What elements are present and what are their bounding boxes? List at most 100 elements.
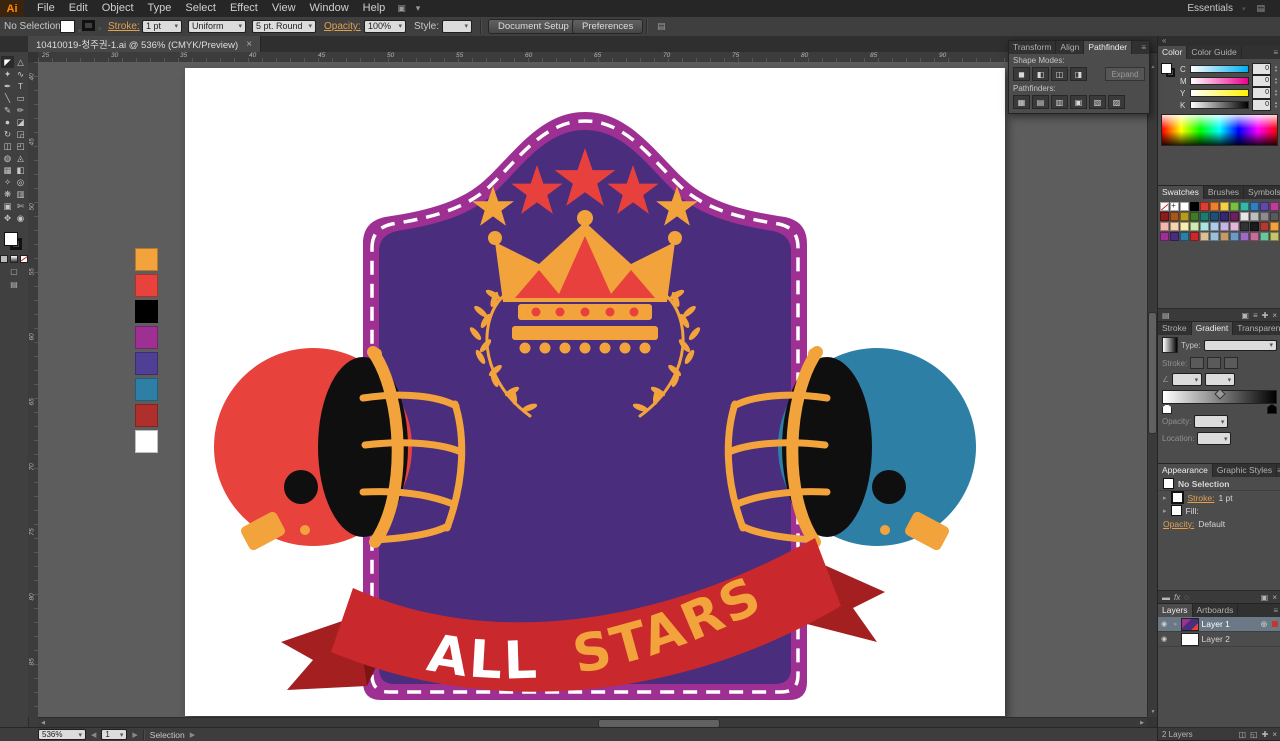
cyan-slider[interactable] [1190,65,1250,73]
minus-back-button[interactable]: ▨ [1108,95,1125,109]
tool-paintbrush[interactable]: ✎ [1,104,14,116]
tab-appearance[interactable]: Appearance [1158,464,1213,477]
appearance-fill-row[interactable]: ▸ Fill: [1158,504,1280,517]
minus-front-button[interactable]: ◧ [1032,67,1049,81]
panel-menu-icon[interactable]: ≡ [1141,41,1149,54]
swatch[interactable] [1230,222,1239,231]
pasteboard-swatch[interactable] [135,378,158,401]
unite-button[interactable]: ◼ [1013,67,1030,81]
dock-collapse-bar[interactable]: « [1158,36,1280,46]
tab-artboards[interactable]: Artboards [1193,604,1239,617]
yellow-value-field[interactable]: 0 [1252,87,1272,99]
tool-free-transform[interactable]: ◰ [14,140,27,152]
swatch[interactable] [1220,232,1229,241]
swatch[interactable] [1180,212,1189,221]
new-layer-icon[interactable]: ✚ [1262,730,1269,739]
swatch[interactable] [1210,232,1219,241]
menu-file[interactable]: File [30,0,62,17]
outline-button[interactable]: ▧ [1089,95,1106,109]
intersect-button[interactable]: ◫ [1051,67,1068,81]
yellow-slider[interactable] [1190,89,1250,97]
stroke-color-chip[interactable]: ▾ [82,20,102,33]
black-slider[interactable] [1190,101,1250,109]
stroke-panel-link[interactable]: Stroke: [108,20,140,33]
swatch[interactable] [1190,212,1199,221]
tool-lasso[interactable]: ∿ [14,68,27,80]
tool-perspective-grid[interactable]: ◬ [14,152,27,164]
swatch[interactable] [1210,202,1219,211]
tool-selection[interactable]: ◤ [1,56,14,68]
menu-help[interactable]: Help [356,0,393,17]
pasteboard-swatch[interactable] [135,326,158,349]
tab-symbols[interactable]: Symbols [1244,186,1280,199]
layout-dropdown-icon[interactable]: ▾ [411,3,426,14]
delete-item-icon[interactable]: × [1272,593,1277,602]
draw-mode-icon[interactable]: ▢ [0,267,28,276]
status-expand-icon[interactable]: ▶ [190,731,195,739]
collapse-dock-icon[interactable]: « [1162,36,1166,45]
workspace-list-icon[interactable]: ▤ [1251,3,1270,14]
tool-eraser[interactable]: ◪ [14,116,27,128]
artwork-canvas[interactable]: ALL STARS [185,68,1005,716]
swatch[interactable] [1210,212,1219,221]
pasteboard-swatch[interactable] [135,404,158,427]
tool-blend[interactable]: ◎ [14,176,27,188]
tool-width[interactable]: ◫ [1,140,14,152]
tool-blob-brush[interactable]: ● [1,116,14,128]
app-logo[interactable]: Ai [0,0,24,17]
divide-button[interactable]: ▦ [1013,95,1030,109]
gradient-stroke-along-button[interactable] [1207,357,1222,369]
swatch[interactable] [1270,202,1279,211]
delete-swatch-icon[interactable]: × [1272,311,1277,320]
swatch[interactable] [1260,222,1269,231]
menu-type[interactable]: Type [141,0,179,17]
exclude-button[interactable]: ◨ [1070,67,1087,81]
vertical-scroll-thumb[interactable] [1148,312,1157,434]
tool-shape-builder[interactable]: ◍ [1,152,14,164]
document-tab[interactable]: 10410019-청주권-1.ai @ 536% (CMYK/Preview) … [28,36,262,52]
tool-symbol-sprayer[interactable]: ❋ [1,188,14,200]
swatch[interactable] [1170,232,1179,241]
brush-definition-select[interactable]: 5 pt. Round ▾ [252,20,316,33]
menu-object[interactable]: Object [95,0,141,17]
layer-row[interactable]: ◉ ▸ Layer 1 ◎ [1158,617,1280,632]
swatch[interactable] [1270,232,1279,241]
menu-select[interactable]: Select [178,0,223,17]
swatch[interactable] [1180,222,1189,231]
tab-gradient[interactable]: Gradient [1191,322,1234,335]
swatch[interactable] [1170,201,1179,211]
close-tab-icon[interactable]: × [246,39,252,50]
swatch[interactable] [1220,202,1229,211]
tool-pencil[interactable]: ✏ [14,104,27,116]
artboard[interactable]: ALL STARS [185,68,1005,716]
swatch[interactable] [1210,222,1219,231]
swatch[interactable] [1200,232,1209,241]
artboard-prev-icon[interactable]: ◀ [91,731,96,739]
menu-edit[interactable]: Edit [62,0,95,17]
disclosure-icon[interactable]: ▸ [1163,494,1167,502]
menu-effect[interactable]: Effect [223,0,265,17]
clear-appearance-icon[interactable]: ◌ [1184,593,1189,602]
swatch[interactable] [1230,212,1239,221]
pasteboard-swatch[interactable] [135,352,158,375]
panel-options-icon[interactable]: ▤ [652,20,671,33]
swatch[interactable] [1170,222,1179,231]
tab-transparency[interactable]: Transparency [1233,322,1280,335]
trim-button[interactable]: ▤ [1032,95,1049,109]
tool-scale[interactable]: ◲ [14,128,27,140]
tool-hand[interactable]: ✥ [1,212,14,224]
swatch-options-icon[interactable]: ≡ [1253,311,1258,320]
swatch[interactable] [1230,202,1239,211]
swatch[interactable] [1200,202,1209,211]
fill-swatch[interactable] [1170,505,1182,516]
gradient-stop-end[interactable] [1267,404,1277,414]
pasteboard-swatch[interactable] [135,430,158,453]
gradient-type-select[interactable]: ▾ [1203,339,1277,351]
swatch[interactable] [1250,202,1259,211]
layer-name[interactable]: Layer 2 [1202,634,1230,644]
tab-align[interactable]: Align [1056,41,1085,54]
gradient-opacity-field[interactable]: ▾ [1194,415,1229,428]
expand-button[interactable]: Expand [1105,67,1145,81]
appearance-opacity-row[interactable]: Opacity: Default [1158,517,1280,530]
arrange-documents-icon[interactable]: ▣ [392,3,411,14]
